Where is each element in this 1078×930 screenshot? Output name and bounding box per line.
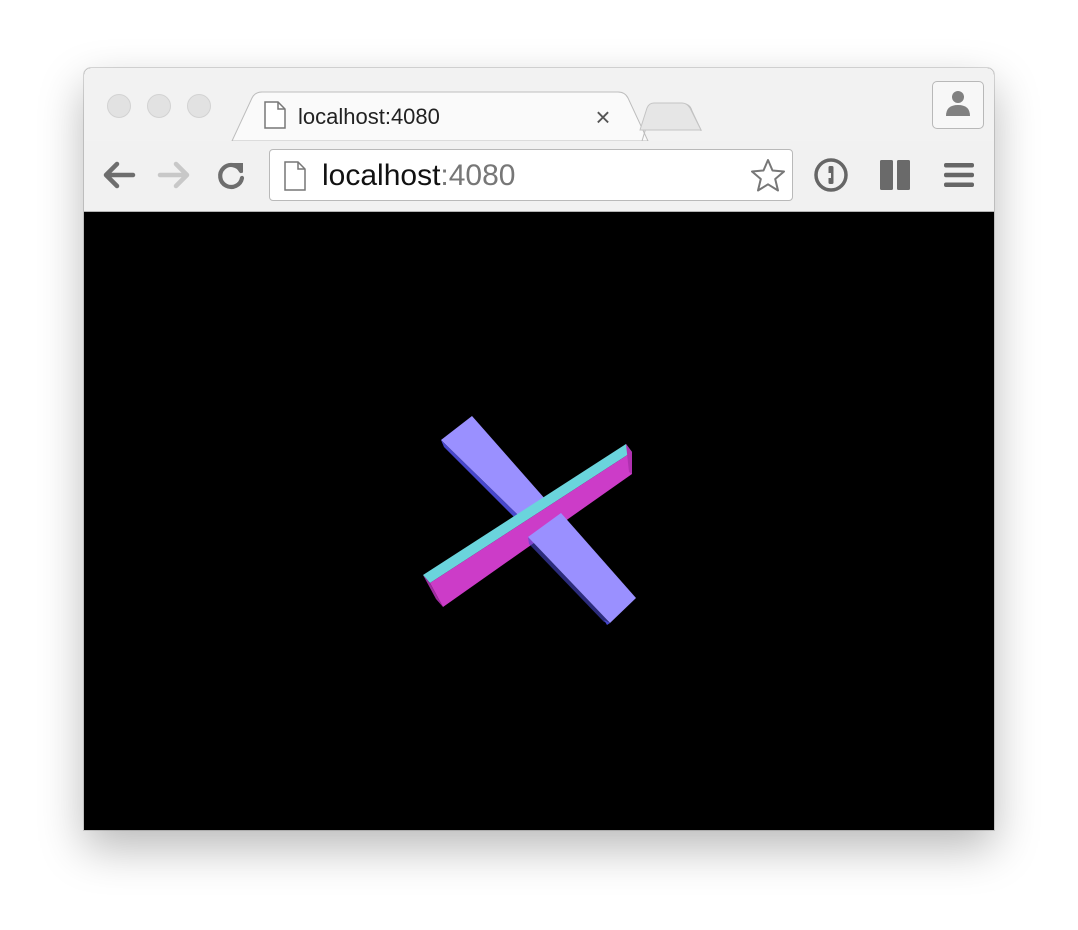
3d-cross-scene — [423, 416, 636, 625]
star-icon[interactable] — [750, 158, 786, 197]
reload-icon — [215, 159, 247, 196]
webgl-canvas[interactable] — [84, 212, 994, 830]
address-host: localhost — [322, 159, 441, 192]
password-manager-button[interactable] — [811, 157, 851, 197]
hamburger-menu-icon — [943, 161, 975, 194]
forward-button[interactable] — [154, 157, 194, 197]
new-tab-button[interactable] — [640, 102, 702, 132]
address-bar[interactable]: localhost:4080 — [269, 149, 793, 201]
password-manager-icon — [813, 157, 849, 198]
back-arrow-icon — [101, 159, 137, 196]
menu-button[interactable] — [939, 157, 979, 197]
browser-window: localhost:4080 × localhost:4080 — [84, 68, 994, 830]
reader-panel-icon — [878, 158, 912, 197]
address-text[interactable]: localhost:4080 — [322, 159, 515, 193]
tab-localhost[interactable]: localhost:4080 — [264, 100, 440, 134]
page-icon — [264, 100, 286, 134]
forward-arrow-icon — [156, 159, 192, 196]
tab-strip: localhost:4080 × — [84, 68, 994, 142]
tab-title: localhost:4080 — [298, 104, 440, 129]
page-icon — [284, 161, 306, 196]
profile-button[interactable] — [932, 81, 984, 129]
person-icon — [945, 89, 971, 122]
purple-bar-front — [528, 513, 636, 625]
tab-background — [231, 91, 702, 142]
toolbar: localhost:4080 — [84, 141, 994, 212]
reload-button[interactable] — [211, 157, 251, 197]
address-port: :4080 — [440, 159, 516, 192]
reader-panel-button[interactable] — [875, 157, 915, 197]
back-button[interactable] — [99, 157, 139, 197]
tab-close-button[interactable]: × — [592, 102, 614, 132]
